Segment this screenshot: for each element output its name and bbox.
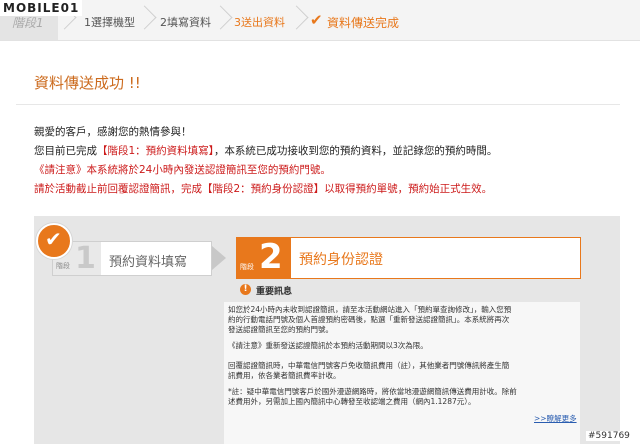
notice-p2-line2: 訊費用，依各業者簡訊費率計收。 (228, 371, 341, 380)
stage2-badge: 階段 2 (237, 237, 291, 278)
step-progress-bar: 階段1 1選擇機型 2填寫資料 3送出資料 ✔ 資料傳送完成 (0, 0, 640, 41)
step-3: 3送出資料 (234, 16, 285, 29)
arrow-right-icon (212, 246, 226, 270)
chevron-right-icon (212, 6, 234, 34)
watermark: #591769 (586, 431, 632, 441)
notice-p1-line2: 約的行動電話門號及個人首證預約密碼後，點選「重新發送認證簡訊」。本系統將再次 (228, 315, 510, 324)
stage2-card: 階段 2 預約身份認證 (236, 237, 581, 279)
action-line: 請於活動截止前回覆認證簡訊，完成【階段2：預約身份認證】以取得預約單號，預約始正… (34, 181, 492, 196)
status-suffix: ，本系統已成功接收到您的預約資料，並記錄您的預約時間。 (213, 145, 498, 157)
check-icon: ✔ (45, 227, 62, 251)
status-line: 您目前已完成【階段1：預約資料填寫】，本系統已成功接收到您的預約資料，並記錄您的… (34, 143, 497, 158)
notice-p2-line1: 回覆認證簡訊時，中華電信門號客戶免收簡訊費用（註），其他業者門號傳訊將產生簡 (228, 361, 510, 370)
stage2-label: 階段 (240, 263, 254, 271)
page-title: 資料傳送成功 !! (34, 74, 141, 92)
site-logo: MOBILE01 (0, 0, 83, 16)
stage-indicator: 階段1 (12, 16, 44, 30)
step-1: 1選擇機型 (84, 16, 135, 29)
notice-line: 《請注意》本系統將於24小時內發送認證簡訊至您的預約門號。 (34, 164, 331, 176)
notice-p1-line1: 如您於24小時內未收到認證簡訊，請至本活動網站進入「預約單查詢修改」，輸入您預 (228, 305, 512, 314)
stage2-title: 預約身份認證 (299, 252, 383, 268)
alert-icon: ! (240, 284, 251, 295)
stage1-label: 階段 (56, 262, 70, 270)
status-prefix: 您目前已完成 (34, 145, 97, 157)
notice-p1-line4: 《請注意》重新發送認證簡訊於本預約活動期間以3次為限。 (228, 341, 428, 350)
action-suffix: 以取得預約單號，預約始正式生效。 (324, 183, 493, 195)
step-2: 2填寫資料 (160, 16, 211, 29)
notice-p3-line2: 述費用外，另需加上國內簡訊中心轉發至收認端之費用（網內1.1287元）。 (228, 397, 476, 406)
step-4-current: 資料傳送完成 (327, 16, 400, 30)
stage2-highlight: 【階段2：預約身份認證】 (202, 183, 325, 195)
stage1-number: 1 (75, 241, 96, 276)
stage1-title: 預約資料填寫 (109, 255, 188, 270)
notice-title: 重要訊息 (256, 287, 293, 297)
checkmark-icon: ✔ (310, 11, 323, 29)
divider (16, 104, 620, 105)
stage1-card: 階段 1 預約資料填寫 (52, 241, 212, 276)
chevron-right-icon (288, 6, 310, 34)
stage1-highlight: 【階段1：預約資料填寫】 (97, 145, 214, 157)
greeting-line: 親愛的客戶，感謝您的熱情參與！ (34, 126, 192, 138)
action-prefix: 請於活動截止前回覆認證簡訊，完成 (34, 183, 202, 195)
stage2-number: 2 (259, 237, 283, 277)
notice-p3-line1: *註：疑中華電信門號客戶於國外漫遊網路時，將依當地漫遊網簡訊傳送費用計收。除前 (228, 387, 517, 396)
completed-check-badge: ✔ (36, 223, 72, 259)
notice-box: 如您於24小時內未收到認證簡訊，請至本活動網站進入「預約單查詢修改」，輸入您預 … (224, 302, 580, 444)
learn-more-link[interactable]: >>瞭解更多 (534, 414, 577, 424)
notice-p1-line3: 發送認證簡訊至您的預約門號。 (228, 325, 333, 334)
chevron-right-icon (136, 6, 158, 34)
